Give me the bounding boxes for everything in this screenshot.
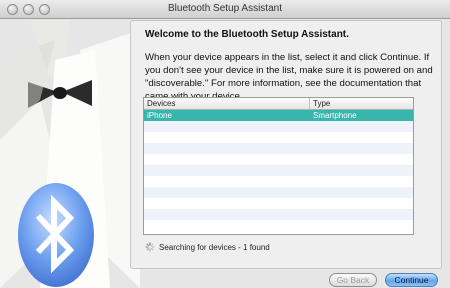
device-list-body: iPhone Smartphone [144, 110, 413, 231]
empty-row [144, 187, 413, 198]
empty-row [144, 121, 413, 132]
empty-row [144, 176, 413, 187]
empty-row [144, 154, 413, 165]
device-name: iPhone [147, 111, 172, 120]
continue-button[interactable]: Continue [385, 273, 438, 287]
empty-row [144, 132, 413, 143]
device-list[interactable]: Devices Type iPhone Smartphone [143, 97, 414, 235]
empty-row [144, 198, 413, 209]
column-header-devices[interactable]: Devices [144, 98, 310, 109]
instructions-line: When your device appears in the list, se… [145, 52, 430, 63]
welcome-heading: Welcome to the Bluetooth Setup Assistant… [145, 29, 349, 40]
title-bar: Bluetooth Setup Assistant [0, 0, 450, 19]
empty-row [144, 220, 413, 231]
instructions-line: you don't see your device in the list, m… [145, 65, 433, 76]
window-title: Bluetooth Setup Assistant [168, 3, 282, 14]
empty-row [144, 165, 413, 176]
device-list-header: Devices Type [144, 98, 413, 110]
spinner-icon [145, 242, 155, 252]
instructions-text: When your device appears in the list, se… [145, 51, 435, 103]
column-header-type[interactable]: Type [310, 98, 413, 109]
bluetooth-icon [16, 180, 96, 288]
search-status-text: Searching for devices - 1 found [159, 242, 270, 252]
search-status: Searching for devices - 1 found [145, 242, 270, 252]
empty-row [144, 143, 413, 154]
device-row-iphone[interactable]: iPhone Smartphone [144, 110, 413, 121]
go-back-button[interactable]: Go Back [329, 273, 377, 287]
device-type: Smartphone [313, 111, 357, 120]
instructions-line: "discoverable." For more information, se… [145, 78, 422, 89]
empty-row [144, 209, 413, 220]
